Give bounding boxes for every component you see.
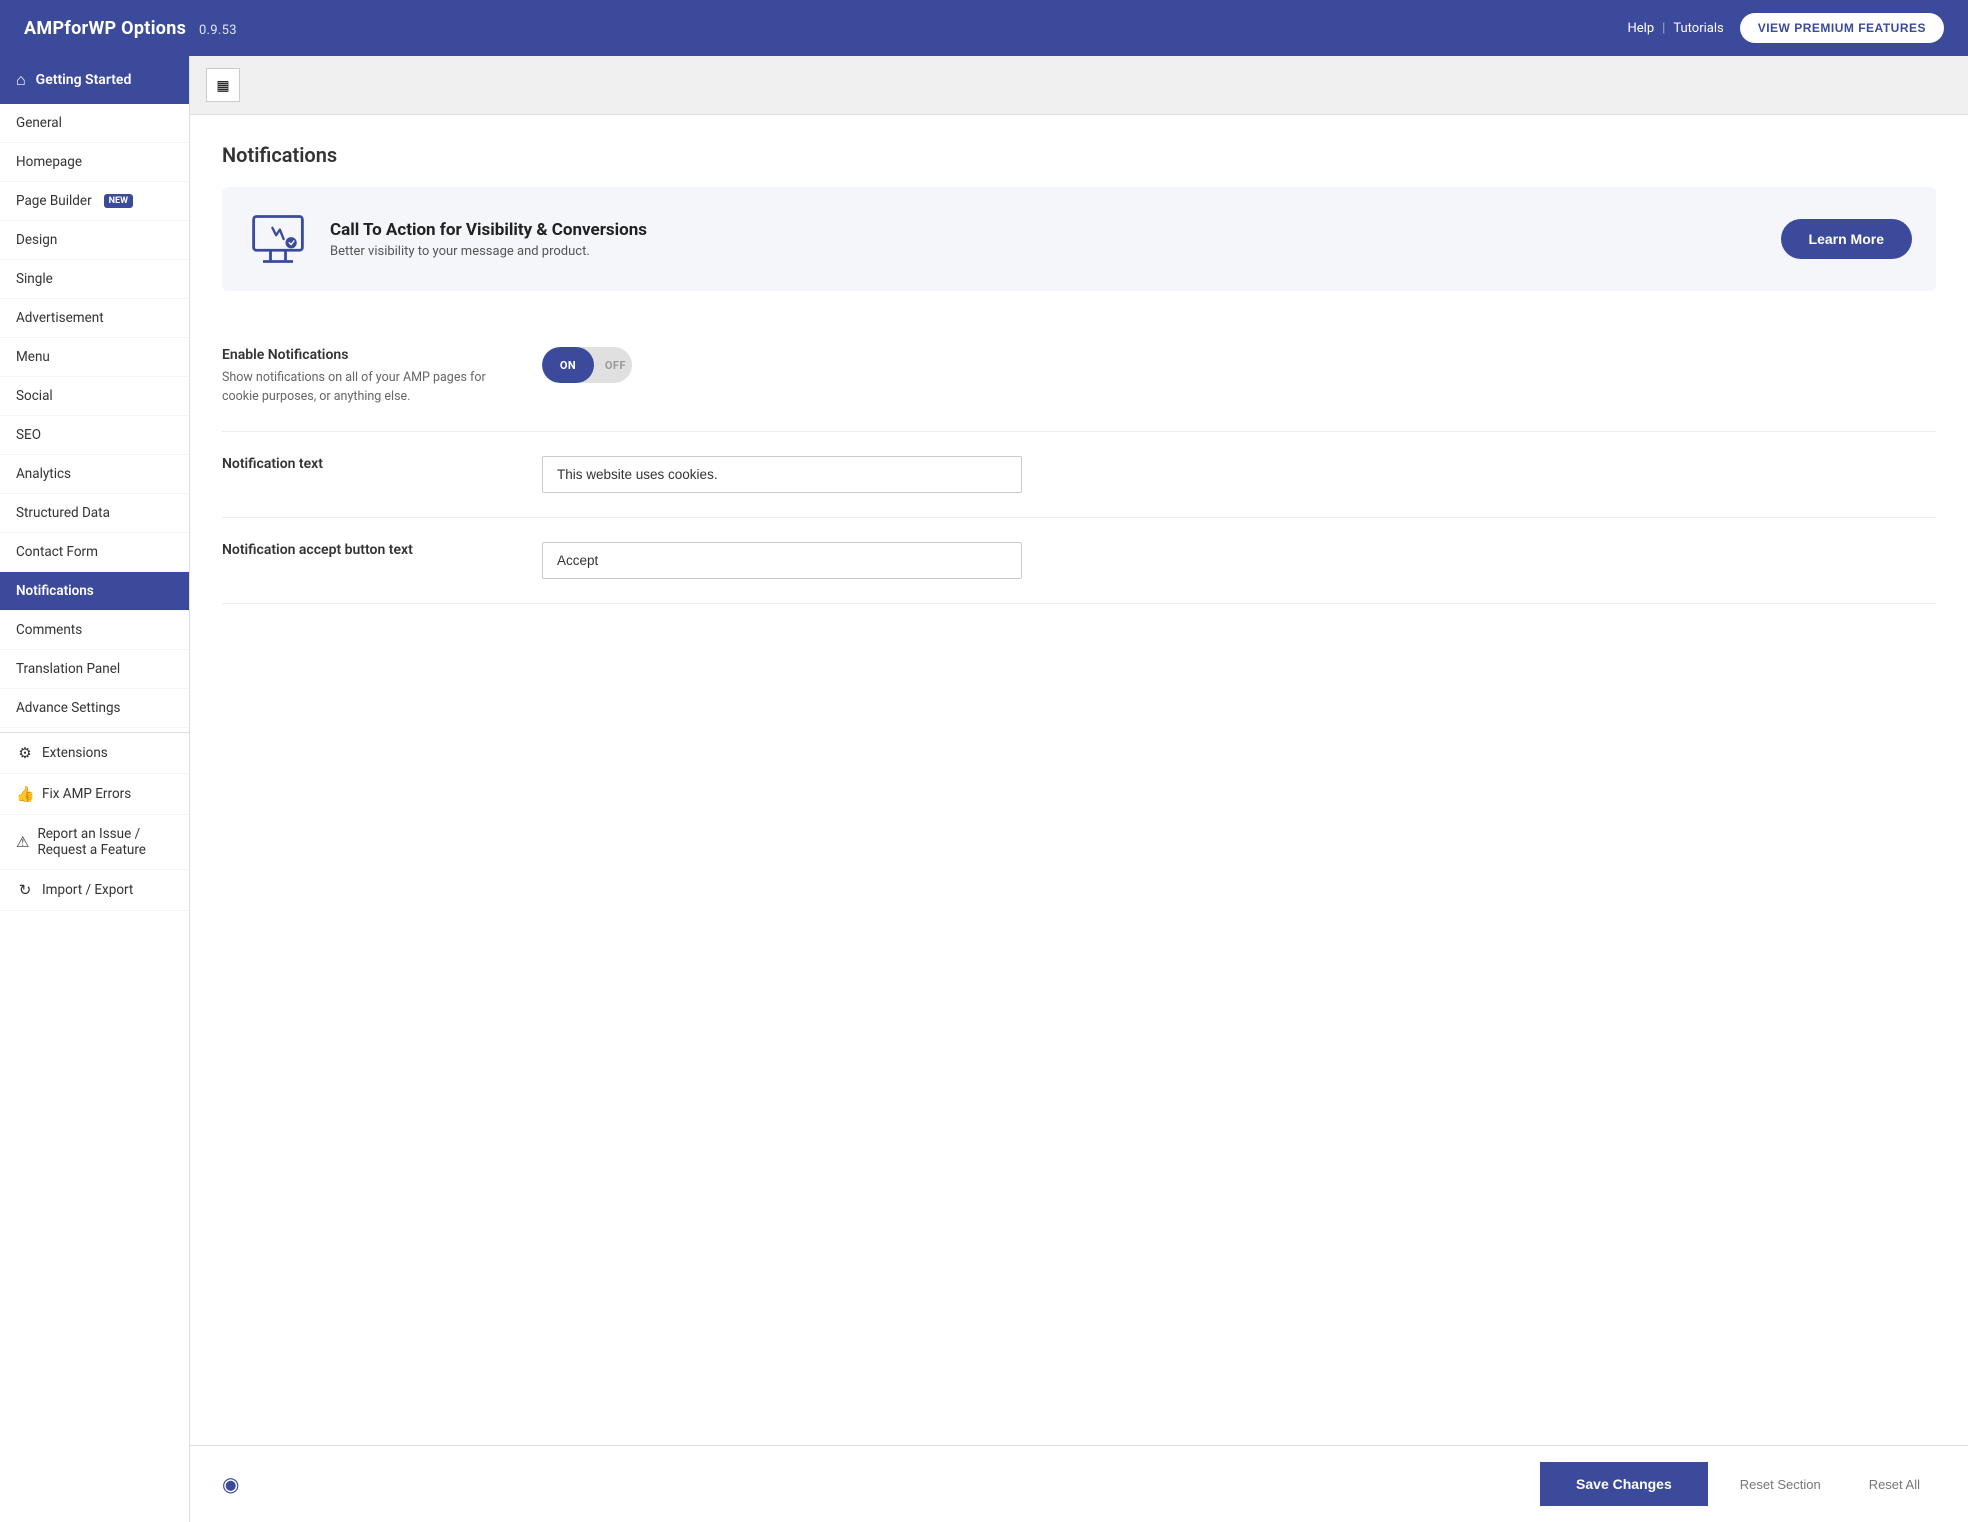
sidebar-item-homepage[interactable]: Homepage bbox=[0, 143, 189, 182]
notification-text-label: Notification text bbox=[222, 456, 502, 472]
sidebar-item-advance-settings[interactable]: Advance Settings bbox=[0, 689, 189, 728]
sidebar-item-menu[interactable]: Menu bbox=[0, 338, 189, 377]
promo-banner: Call To Action for Visibility & Conversi… bbox=[222, 187, 1936, 291]
new-badge: NEW bbox=[104, 194, 133, 208]
warning-icon: ⚠ bbox=[16, 833, 29, 851]
sidebar-item-analytics[interactable]: Analytics bbox=[0, 455, 189, 494]
main-area: ▦ Notifications bbox=[190, 56, 1968, 1522]
reset-section-button[interactable]: Reset Section bbox=[1724, 1463, 1837, 1506]
sidebar-item-structured-data[interactable]: Structured Data bbox=[0, 494, 189, 533]
enable-notifications-toggle[interactable]: ON OFF bbox=[542, 347, 632, 383]
thumbsup-icon: 👍 bbox=[16, 785, 34, 803]
reset-all-button[interactable]: Reset All bbox=[1853, 1463, 1936, 1506]
home-icon: ⌂ bbox=[16, 70, 26, 90]
app-title: AMPforWP Options 0.9.53 bbox=[24, 18, 237, 39]
promo-icon-box bbox=[246, 207, 310, 271]
settings-row-notification-text: Notification text bbox=[222, 432, 1936, 518]
sidebar-item-general[interactable]: General bbox=[0, 104, 189, 143]
promo-heading: Call To Action for Visibility & Conversi… bbox=[330, 220, 1761, 240]
toggle-off-label: OFF bbox=[605, 359, 626, 372]
header: AMPforWP Options 0.9.53 Help | Tutorials… bbox=[0, 0, 1968, 56]
footer: ◉ Save Changes Reset Section Reset All bbox=[190, 1445, 1968, 1522]
gear-icon: ⚙ bbox=[16, 744, 34, 762]
footer-left: ◉ bbox=[222, 1472, 1524, 1496]
header-right: Help | Tutorials VIEW PREMIUM FEATURES bbox=[1628, 13, 1944, 43]
notification-text-input[interactable] bbox=[542, 456, 1022, 493]
sidebar-item-extensions[interactable]: ⚙ Extensions bbox=[0, 733, 189, 774]
sidebar-item-notifications[interactable]: Notifications bbox=[0, 572, 189, 611]
enable-notifications-label: Enable Notifications bbox=[222, 347, 502, 363]
settings-control-col-2 bbox=[542, 456, 1936, 493]
page-title: Notifications bbox=[222, 143, 1936, 167]
sidebar-item-translation-panel[interactable]: Translation Panel bbox=[0, 650, 189, 689]
sidebar-item-social[interactable]: Social bbox=[0, 377, 189, 416]
settings-row-accept-btn-text: Notification accept button text bbox=[222, 518, 1936, 604]
save-changes-button[interactable]: Save Changes bbox=[1540, 1462, 1708, 1506]
menu-icon: ▦ bbox=[216, 77, 229, 94]
sidebar-item-comments[interactable]: Comments bbox=[0, 611, 189, 650]
refresh-icon: ↻ bbox=[16, 881, 34, 899]
settings-control-col: ON OFF bbox=[542, 347, 1936, 383]
sidebar-getting-started[interactable]: ⌂ Getting Started bbox=[0, 56, 189, 104]
notification-accept-btn-label: Notification accept button text bbox=[222, 542, 502, 558]
header-links: Help | Tutorials bbox=[1628, 21, 1724, 36]
sidebar: ⌂ Getting Started General Homepage Page … bbox=[0, 56, 190, 1522]
header-divider: | bbox=[1662, 21, 1665, 36]
learn-more-button[interactable]: Learn More bbox=[1781, 219, 1912, 259]
sidebar-item-page-builder[interactable]: Page Builder NEW bbox=[0, 182, 189, 221]
sidebar-item-advertisement[interactable]: Advertisement bbox=[0, 299, 189, 338]
sidebar-item-import-export[interactable]: ↻ Import / Export bbox=[0, 870, 189, 911]
monitor-icon bbox=[248, 209, 308, 269]
help-link[interactable]: Help bbox=[1628, 21, 1655, 36]
footer-logo-icon: ◉ bbox=[222, 1472, 239, 1496]
sidebar-item-contact-form[interactable]: Contact Form bbox=[0, 533, 189, 572]
sidebar-item-seo[interactable]: SEO bbox=[0, 416, 189, 455]
sidebar-item-report[interactable]: ⚠ Report an Issue / Request a Feature bbox=[0, 815, 189, 870]
main-toolbar: ▦ bbox=[190, 56, 1968, 115]
settings-control-col-3 bbox=[542, 542, 1936, 579]
toggle-on-label: ON bbox=[542, 347, 594, 383]
layout: ⌂ Getting Started General Homepage Page … bbox=[0, 56, 1968, 1522]
settings-label-col-3: Notification accept button text bbox=[222, 542, 502, 564]
toggle-wrap: ON OFF bbox=[542, 347, 1936, 383]
sidebar-item-single[interactable]: Single bbox=[0, 260, 189, 299]
notification-accept-input[interactable] bbox=[542, 542, 1022, 579]
promo-text: Call To Action for Visibility & Conversi… bbox=[330, 220, 1761, 259]
settings-label-col: Enable Notifications Show notifications … bbox=[222, 347, 502, 407]
tutorials-link[interactable]: Tutorials bbox=[1673, 21, 1723, 36]
enable-notifications-desc: Show notifications on all of your AMP pa… bbox=[222, 369, 502, 407]
promo-description: Better visibility to your message and pr… bbox=[330, 244, 1761, 259]
settings-row-enable-notifications: Enable Notifications Show notifications … bbox=[222, 323, 1936, 432]
sidebar-item-design[interactable]: Design bbox=[0, 221, 189, 260]
main-content: Notifications Call To Action for Vi bbox=[190, 115, 1968, 1445]
toolbar-menu-button[interactable]: ▦ bbox=[206, 68, 240, 102]
settings-label-col-2: Notification text bbox=[222, 456, 502, 478]
view-premium-button[interactable]: VIEW PREMIUM FEATURES bbox=[1740, 13, 1944, 43]
sidebar-item-fix-amp-errors[interactable]: 👍 Fix AMP Errors bbox=[0, 774, 189, 815]
